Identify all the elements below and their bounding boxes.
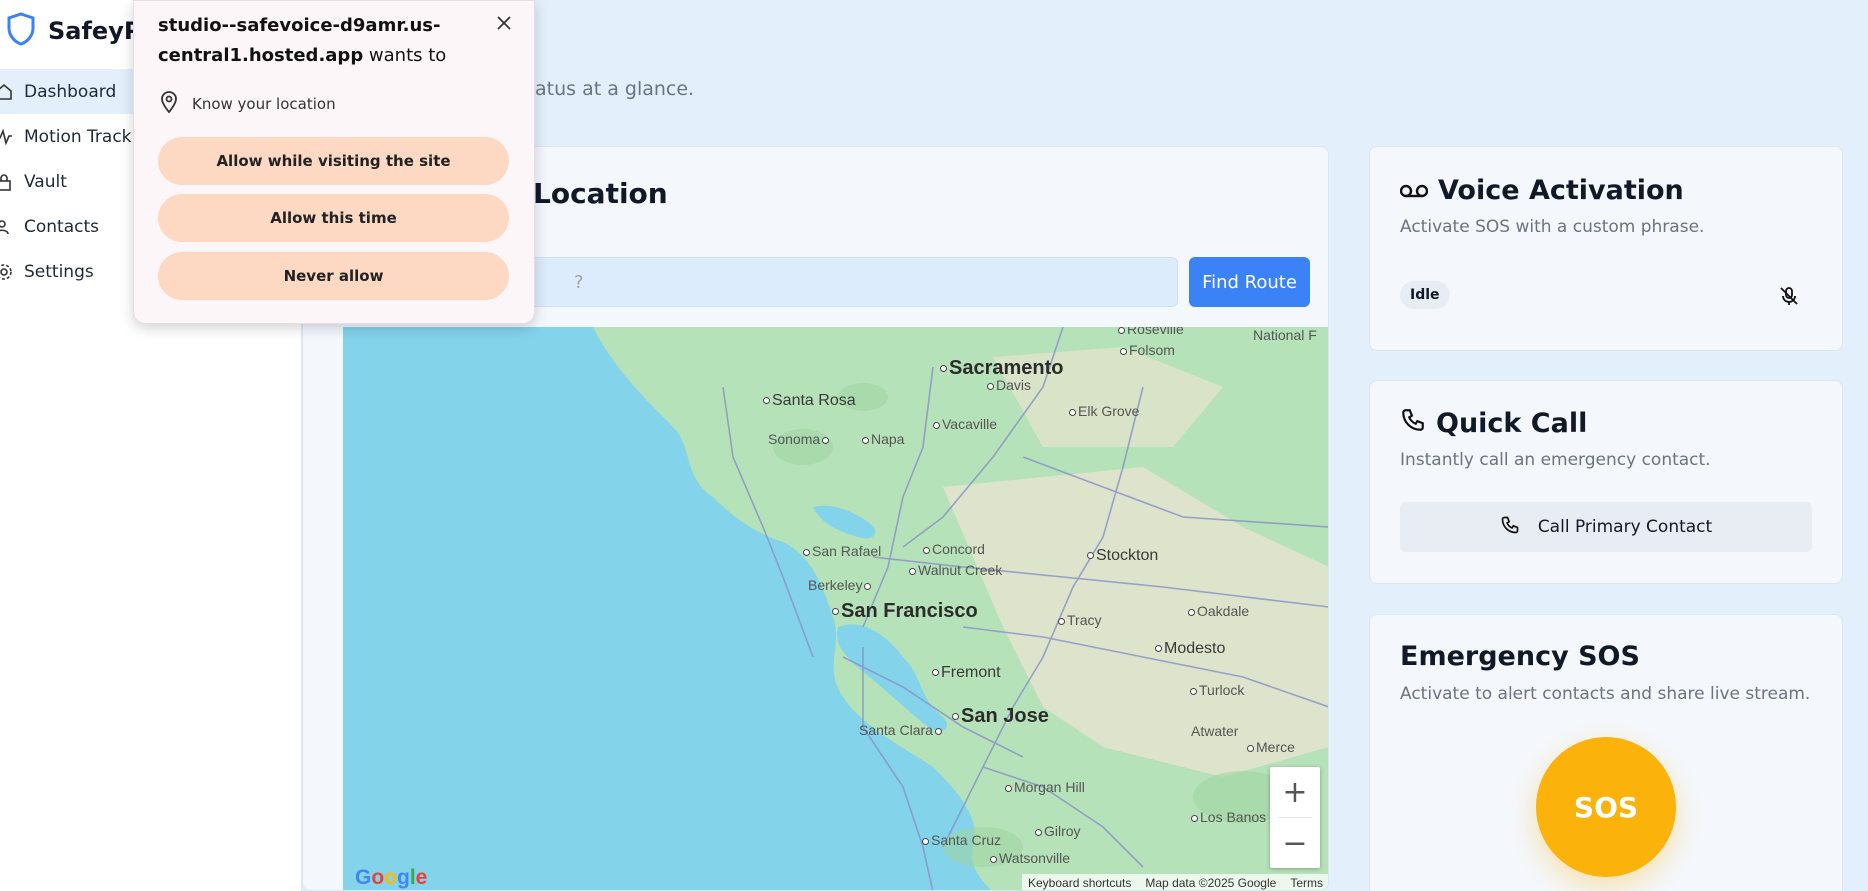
- map-label-los-banos: Los Banos: [1191, 809, 1266, 825]
- location-pin-icon: [160, 91, 178, 117]
- voice-activation-title: Voice Activation: [1399, 175, 1684, 206]
- popup-host-text: studio--safevoice-d9amr.us-central1.host…: [158, 15, 447, 66]
- map-label-folsom: Folsom: [1120, 342, 1175, 358]
- map-label-gilroy: Gilroy: [1035, 823, 1081, 839]
- map-label-stockton: Stockton: [1087, 547, 1158, 565]
- map-label-modesto: Modesto: [1155, 640, 1225, 658]
- lock-icon: [0, 172, 14, 192]
- close-icon[interactable]: [492, 11, 516, 35]
- location-permission-popup: studio--safevoice-d9amr.us-central1.host…: [133, 0, 535, 324]
- zoom-out-button[interactable]: −: [1270, 818, 1320, 868]
- emergency-sos-desc: Activate to alert contacts and share liv…: [1400, 684, 1811, 704]
- map-label-turlock: Turlock: [1190, 682, 1244, 698]
- quick-call-desc: Instantly call an emergency contact.: [1400, 450, 1711, 470]
- popup-permission-row: Know your location: [160, 91, 336, 117]
- sidebar-item-label: Contacts: [24, 216, 99, 237]
- sidebar-item-label: Vault: [24, 171, 67, 192]
- map-label-concord: Concord: [923, 541, 985, 557]
- emergency-sos-title: Emergency SOS: [1400, 641, 1640, 672]
- map-label-tracy: Tracy: [1058, 612, 1101, 628]
- map-label-napa: Napa: [862, 431, 904, 447]
- map-label-fremont: Fremont: [932, 664, 1001, 682]
- map-label-watsonville: Watsonville: [990, 850, 1070, 866]
- map-label-merced: Merce: [1247, 739, 1295, 755]
- sidebar-item-label: Settings: [24, 261, 94, 282]
- phone-icon: [1400, 407, 1426, 440]
- sos-button[interactable]: SOS: [1536, 737, 1676, 877]
- map-label-berkeley: Berkeley: [808, 577, 873, 593]
- zoom-in-button[interactable]: +: [1270, 767, 1320, 817]
- map-label-oakdale: Oakdale: [1188, 603, 1249, 619]
- map-label-san-rafael: San Rafael: [803, 543, 881, 559]
- users-icon: [0, 217, 14, 237]
- sidebar-item-label: Dashboard: [24, 81, 117, 102]
- map-label-santa-cruz: Santa Cruz: [922, 832, 1001, 848]
- call-button-label: Call Primary Contact: [1537, 517, 1713, 537]
- gear-icon: [0, 262, 14, 282]
- call-primary-contact-button[interactable]: Call Primary Contact: [1400, 502, 1812, 552]
- find-route-button[interactable]: Find Route: [1189, 257, 1310, 307]
- quick-call-card: Quick Call Instantly call an emergency c…: [1369, 380, 1843, 584]
- never-allow-button[interactable]: Never allow: [158, 252, 509, 300]
- shield-icon: [6, 12, 36, 50]
- google-logo[interactable]: Google: [355, 866, 427, 890]
- map-label-morgan-hill: Morgan Hill: [1005, 779, 1085, 795]
- map-label-walnut-creek: Walnut Creek: [909, 562, 1002, 578]
- keyboard-shortcuts-link[interactable]: Keyboard shortcuts: [1028, 876, 1131, 890]
- activity-icon: [0, 127, 14, 147]
- phone-icon: [1500, 515, 1520, 540]
- map-label-san-jose: San Jose: [952, 705, 1049, 728]
- map-label-santa-clara: Santa Clara: [859, 722, 944, 738]
- map-label-elk-grove: Elk Grove: [1069, 403, 1139, 419]
- page-subtitle: atus at a glance.: [535, 78, 695, 100]
- allow-this-time-button[interactable]: Allow this time: [158, 194, 509, 242]
- map-label-santa-rosa: Santa Rosa: [763, 392, 856, 410]
- voicemail-icon: [1399, 175, 1429, 206]
- map-label-davis: Davis: [987, 377, 1031, 393]
- map-label-national-forest: National F: [1253, 327, 1317, 343]
- map-data-text: Map data ©2025 Google: [1145, 876, 1277, 890]
- home-icon: [0, 82, 14, 102]
- map-label-san-francisco: San Francisco: [832, 600, 978, 623]
- map-attribution: Keyboard shortcuts Map data ©2025 Google…: [1022, 874, 1328, 890]
- status-badge: Idle: [1400, 281, 1450, 309]
- map-label-atwater: Atwater: [1191, 723, 1239, 739]
- quick-call-title: Quick Call: [1400, 407, 1587, 440]
- map[interactable]: Sacramento Santa Rosa San Francisco San …: [343, 327, 1328, 890]
- mic-off-icon[interactable]: [1774, 281, 1804, 311]
- location-card-title: Location: [533, 177, 668, 210]
- map-label-sonoma: Sonoma: [768, 431, 831, 447]
- voice-activation-desc: Activate SOS with a custom phrase.: [1400, 217, 1705, 237]
- map-label-roseville: Roseville: [1118, 327, 1184, 337]
- allow-while-visiting-button[interactable]: Allow while visiting the site: [158, 137, 509, 185]
- voice-activation-card: Voice Activation Activate SOS with a cus…: [1369, 146, 1843, 351]
- sidebar-item-label: Motion Trackin: [24, 126, 148, 147]
- map-zoom-control: + −: [1270, 767, 1320, 868]
- permission-label: Know your location: [192, 95, 336, 113]
- terms-link[interactable]: Terms: [1290, 876, 1323, 890]
- map-label-vacaville: Vacaville: [933, 416, 997, 432]
- emergency-sos-card: Emergency SOS Activate to alert contacts…: [1369, 614, 1843, 891]
